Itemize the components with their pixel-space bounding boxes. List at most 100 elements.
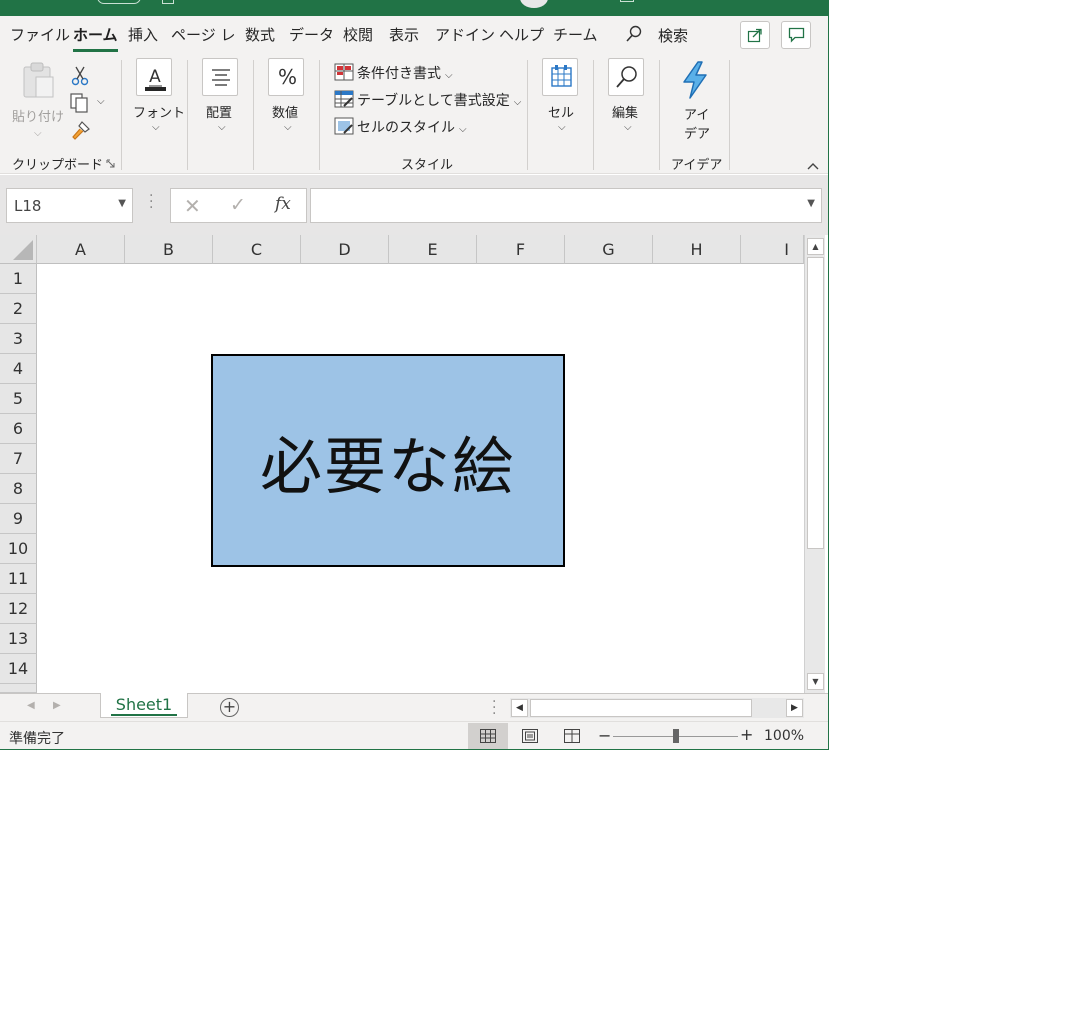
cancel-icon[interactable]: ✕ <box>184 194 201 218</box>
status-bar: 準備完了 − + 100% <box>0 721 828 749</box>
name-box-value: L18 <box>14 197 42 215</box>
cell-styles-icon <box>334 117 354 135</box>
page-layout-view-button[interactable] <box>510 723 550 749</box>
tab-insert[interactable]: 挿入 <box>128 24 158 45</box>
tab-split-handle[interactable]: · · · <box>492 695 496 721</box>
tab-file[interactable]: ファイル <box>10 24 70 45</box>
row-header[interactable]: 10 <box>0 534 37 564</box>
tab-addins[interactable]: アドイン <box>435 24 495 45</box>
normal-view-icon <box>480 729 496 743</box>
alignment-button[interactable]: 配置 ⌵ <box>196 54 246 142</box>
column-header[interactable]: D <box>301 235 389 264</box>
name-box[interactable]: L18 ▼ <box>6 188 133 223</box>
ribbon: 貼り付け ⌵ ⌵ クリップボード A フォント ⌵ 配置 ⌵ % 数値 ⌵ 条件… <box>0 54 828 174</box>
font-button[interactable]: A フォント ⌵ <box>130 54 185 142</box>
ideas-button[interactable]: アイ デア <box>670 56 720 144</box>
add-sheet-icon[interactable]: + <box>220 698 239 717</box>
clipboard-group-label: クリップボード <box>12 158 104 173</box>
row-header[interactable]: 6 <box>0 414 37 444</box>
zoom-in-icon[interactable]: + <box>740 725 753 744</box>
row-header[interactable]: 7 <box>0 444 37 474</box>
zoom-slider-thumb[interactable] <box>673 729 679 743</box>
scroll-left-icon[interactable]: ◀ <box>511 699 528 717</box>
comments-button[interactable] <box>781 21 811 49</box>
cut-icon[interactable] <box>71 66 89 86</box>
column-header[interactable]: A <box>37 235 125 264</box>
next-sheet-icon[interactable]: ▶ <box>53 700 61 711</box>
editing-button[interactable]: 編集 ⌵ <box>602 54 652 142</box>
row-header[interactable]: 4 <box>0 354 37 384</box>
column-header[interactable]: H <box>653 235 741 264</box>
tab-data[interactable]: データ <box>289 24 334 45</box>
tab-team[interactable]: チーム <box>553 24 598 45</box>
column-header[interactable]: G <box>565 235 653 264</box>
vertical-scroll-thumb[interactable] <box>807 257 824 549</box>
copy-button[interactable]: ⌵ <box>69 92 109 116</box>
row-header[interactable]: 3 <box>0 324 37 354</box>
insert-function-icon[interactable]: fx <box>275 194 291 214</box>
column-header[interactable]: I <box>741 235 804 264</box>
paste-button[interactable]: 貼り付け ⌵ <box>10 58 65 140</box>
ribbon-display-icon[interactable] <box>620 0 634 2</box>
expand-formula-icon[interactable]: ▼ <box>807 198 815 209</box>
column-header[interactable]: E <box>389 235 477 264</box>
tab-view[interactable]: 表示 <box>389 24 419 45</box>
formula-input[interactable]: ▼ <box>310 188 822 223</box>
horizontal-scrollbar[interactable]: ◀ ▶ <box>510 698 804 718</box>
save-icon[interactable] <box>162 0 174 4</box>
zoom-out-icon[interactable]: − <box>598 726 611 745</box>
share-icon <box>747 28 762 43</box>
scroll-down-icon[interactable]: ▼ <box>807 673 824 690</box>
row-header[interactable]: 9 <box>0 504 37 534</box>
account-avatar[interactable] <box>520 0 548 8</box>
dialog-launcher-icon[interactable] <box>106 159 116 169</box>
rectangle-shape[interactable]: 必要な絵 <box>211 354 565 567</box>
tab-formulas[interactable]: 数式 <box>245 24 275 45</box>
tab-home[interactable]: ホーム <box>73 24 118 52</box>
share-button[interactable] <box>740 21 770 49</box>
row-header[interactable]: 13 <box>0 624 37 654</box>
enter-icon[interactable]: ✓ <box>230 194 246 216</box>
row-header[interactable]: 2 <box>0 294 37 324</box>
tab-help[interactable]: ヘルプ <box>499 24 544 45</box>
scroll-up-icon[interactable]: ▲ <box>807 238 824 255</box>
search-icon[interactable] <box>626 25 642 43</box>
row-header[interactable]: 14 <box>0 654 37 684</box>
page-break-view-button[interactable] <box>552 723 592 749</box>
row-header[interactable]: 11 <box>0 564 37 594</box>
format-as-table-button[interactable]: テーブルとして書式設定 ⌵ <box>334 90 521 110</box>
cells-button[interactable]: セル ⌵ <box>536 54 586 142</box>
row-header[interactable]: 5 <box>0 384 37 414</box>
vertical-scrollbar[interactable]: ▲ ▼ <box>804 235 825 693</box>
zoom-level[interactable]: 100% <box>764 728 804 744</box>
format-painter-icon[interactable] <box>70 120 92 142</box>
previous-sheet-icon[interactable]: ◀ <box>27 700 35 711</box>
column-header[interactable]: C <box>213 235 301 264</box>
cells-box <box>542 58 578 96</box>
row-header[interactable]: 1 <box>0 264 37 294</box>
align-center-icon <box>212 69 230 86</box>
clipboard-icon <box>23 62 54 98</box>
number-button[interactable]: % 数値 ⌵ <box>262 54 312 142</box>
tab-page-layout[interactable]: ページ レ <box>171 24 235 45</box>
select-all-button[interactable] <box>0 235 37 264</box>
cell-styles-button[interactable]: セルのスタイル ⌵ <box>334 117 467 137</box>
tab-review[interactable]: 校閲 <box>343 24 373 45</box>
chevron-down-icon[interactable]: ▼ <box>118 198 126 209</box>
search-label[interactable]: 検索 <box>658 25 688 46</box>
row-header[interactable] <box>0 684 37 693</box>
conditional-formatting-button[interactable]: 条件付き書式 ⌵ <box>334 63 453 83</box>
row-header[interactable]: 12 <box>0 594 37 624</box>
collapse-ribbon-icon[interactable] <box>806 161 820 171</box>
column-header[interactable]: B <box>125 235 213 264</box>
autosave-toggle[interactable] <box>97 0 141 4</box>
scroll-right-icon[interactable]: ▶ <box>786 699 803 717</box>
resize-handle[interactable]: · · · <box>149 189 153 215</box>
sheet-tab-active[interactable]: Sheet1 <box>100 693 188 718</box>
horizontal-scroll-thumb[interactable] <box>530 699 752 717</box>
normal-view-button[interactable] <box>468 723 508 749</box>
column-header[interactable]: F <box>477 235 565 264</box>
row-header[interactable]: 8 <box>0 474 37 504</box>
font-box: A <box>136 58 172 96</box>
group-divider <box>527 60 528 170</box>
